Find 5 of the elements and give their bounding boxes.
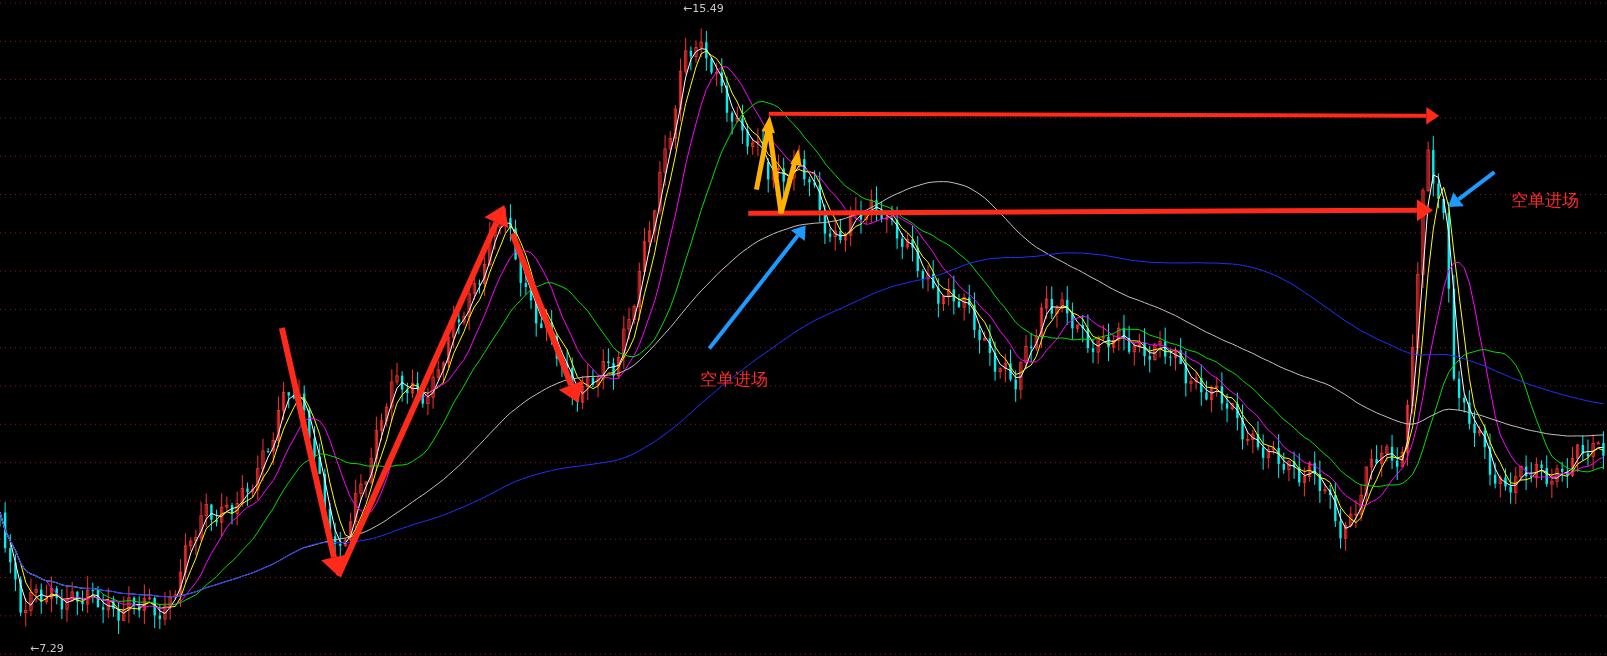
low-price-label: ←7.29 (30, 643, 64, 655)
pointer-arrow (1448, 170, 1496, 208)
annotation-text: 空单进场 (700, 369, 768, 389)
annotation-text: 空单进场 (1511, 190, 1579, 210)
high-price-label: ←15.49 (683, 3, 724, 15)
